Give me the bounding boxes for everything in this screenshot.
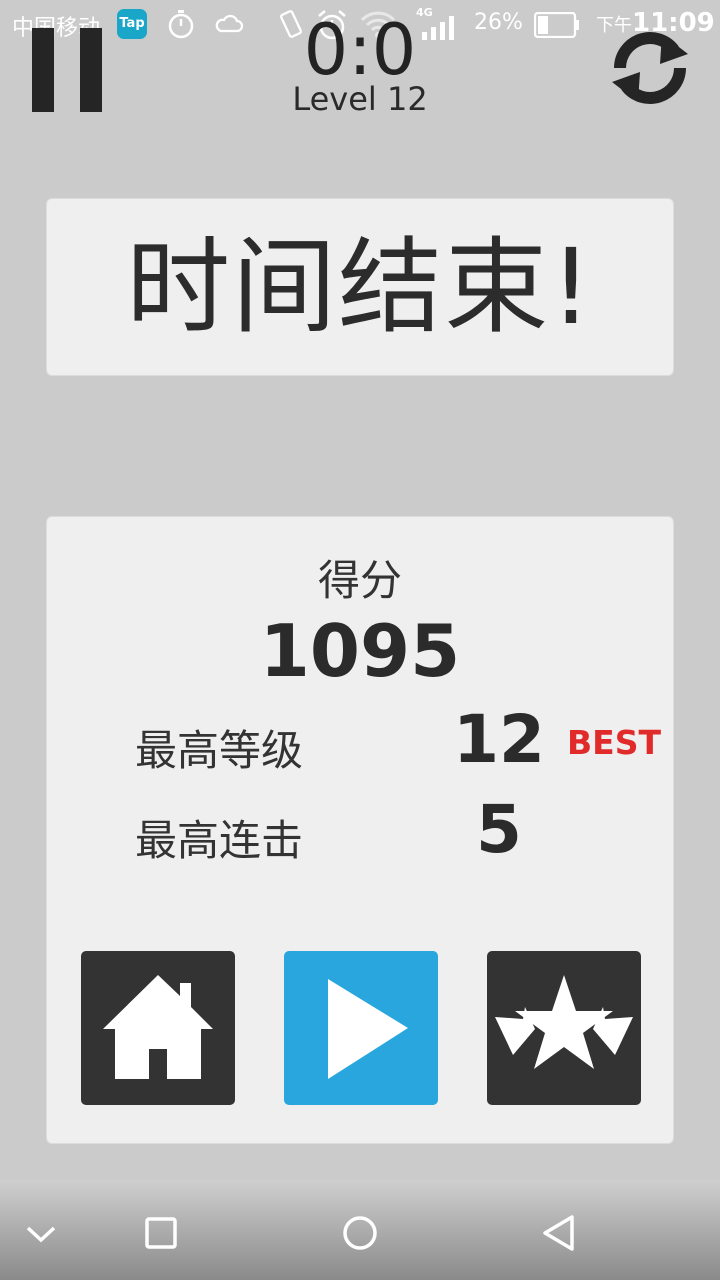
- stopwatch-icon: [168, 10, 194, 39]
- play-button[interactable]: [284, 951, 438, 1105]
- time-up-panel: 时间结束!: [46, 198, 674, 376]
- collapse-chevron-icon[interactable]: [16, 1210, 66, 1256]
- score-label: 得分: [317, 556, 402, 605]
- play-icon: [328, 979, 408, 1079]
- pause-icon-bar: [80, 28, 102, 112]
- best-combo-value: 5: [476, 791, 522, 868]
- results-panel: 得分 1095 最高等级 12 BEST 最高连击 5: [46, 516, 674, 1144]
- battery-percent: 26%: [474, 10, 523, 35]
- back-icon[interactable]: [534, 1210, 584, 1256]
- home-nav-icon[interactable]: [335, 1210, 385, 1256]
- time-up-title: 时间结束!: [126, 226, 594, 348]
- recent-apps-icon[interactable]: [136, 1210, 186, 1256]
- level-label: Level 12: [292, 80, 428, 118]
- pause-icon: [32, 28, 54, 112]
- timer: 0:0: [303, 9, 417, 91]
- rate-button[interactable]: [487, 951, 641, 1105]
- home-icon: [103, 975, 213, 1079]
- restart-button[interactable]: [604, 30, 696, 106]
- best-level-value: 12: [453, 701, 545, 778]
- stars-icon: [495, 975, 633, 1069]
- pause-button[interactable]: [32, 28, 102, 112]
- best-combo-label: 最高连击: [135, 816, 304, 865]
- best-badge: BEST: [567, 723, 661, 762]
- battery-icon: [534, 12, 579, 38]
- home-button[interactable]: [81, 951, 235, 1105]
- tap-app-icon: Tap: [117, 9, 147, 39]
- score-value: 1095: [259, 609, 461, 693]
- navigation-bar: [0, 1180, 720, 1280]
- cloud-icon: [215, 14, 244, 33]
- best-level-label: 最高等级: [135, 726, 304, 775]
- refresh-icon: [612, 32, 688, 104]
